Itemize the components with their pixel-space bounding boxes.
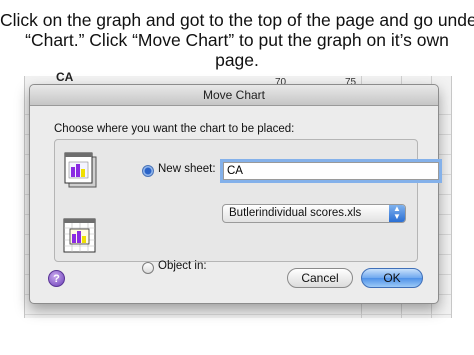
object-in-sheet-icon: [63, 218, 97, 254]
caption-line-1: Click on the graph and got to the top of…: [0, 10, 474, 30]
dialog-title: Move Chart: [30, 85, 438, 106]
move-chart-dialog: Move Chart Choose where you want the cha…: [29, 84, 439, 304]
object-in-select-value: Butlerindividual scores.xls: [229, 207, 362, 219]
new-sheet-radio[interactable]: [142, 165, 154, 177]
cancel-button[interactable]: Cancel: [287, 268, 353, 288]
ok-button[interactable]: OK: [361, 268, 423, 288]
instruction-caption: Click on the graph and got to the top of…: [0, 10, 474, 70]
object-in-label: Object in:: [158, 260, 207, 272]
caption-line-3: page.: [215, 50, 259, 70]
object-in-workbook-select[interactable]: Butlerindividual scores.xls ▲ ▼: [222, 204, 406, 223]
new-sheet-label: New sheet:: [158, 163, 216, 175]
new-sheet-name-input[interactable]: CA: [223, 162, 439, 180]
dialog-instruction: Choose where you want the chart to be pl…: [54, 123, 295, 135]
new-sheet-chart-icon: [63, 152, 97, 188]
caption-line-2: “Chart.” Click “Move Chart” to put the g…: [25, 30, 449, 50]
background-sheet-title: CA: [56, 70, 74, 84]
updown-arrows-icon: ▲ ▼: [389, 205, 405, 222]
placement-options-group: New sheet: CA Object in:: [54, 139, 439, 274]
object-in-radio[interactable]: [142, 262, 154, 274]
help-icon[interactable]: ?: [48, 270, 65, 287]
